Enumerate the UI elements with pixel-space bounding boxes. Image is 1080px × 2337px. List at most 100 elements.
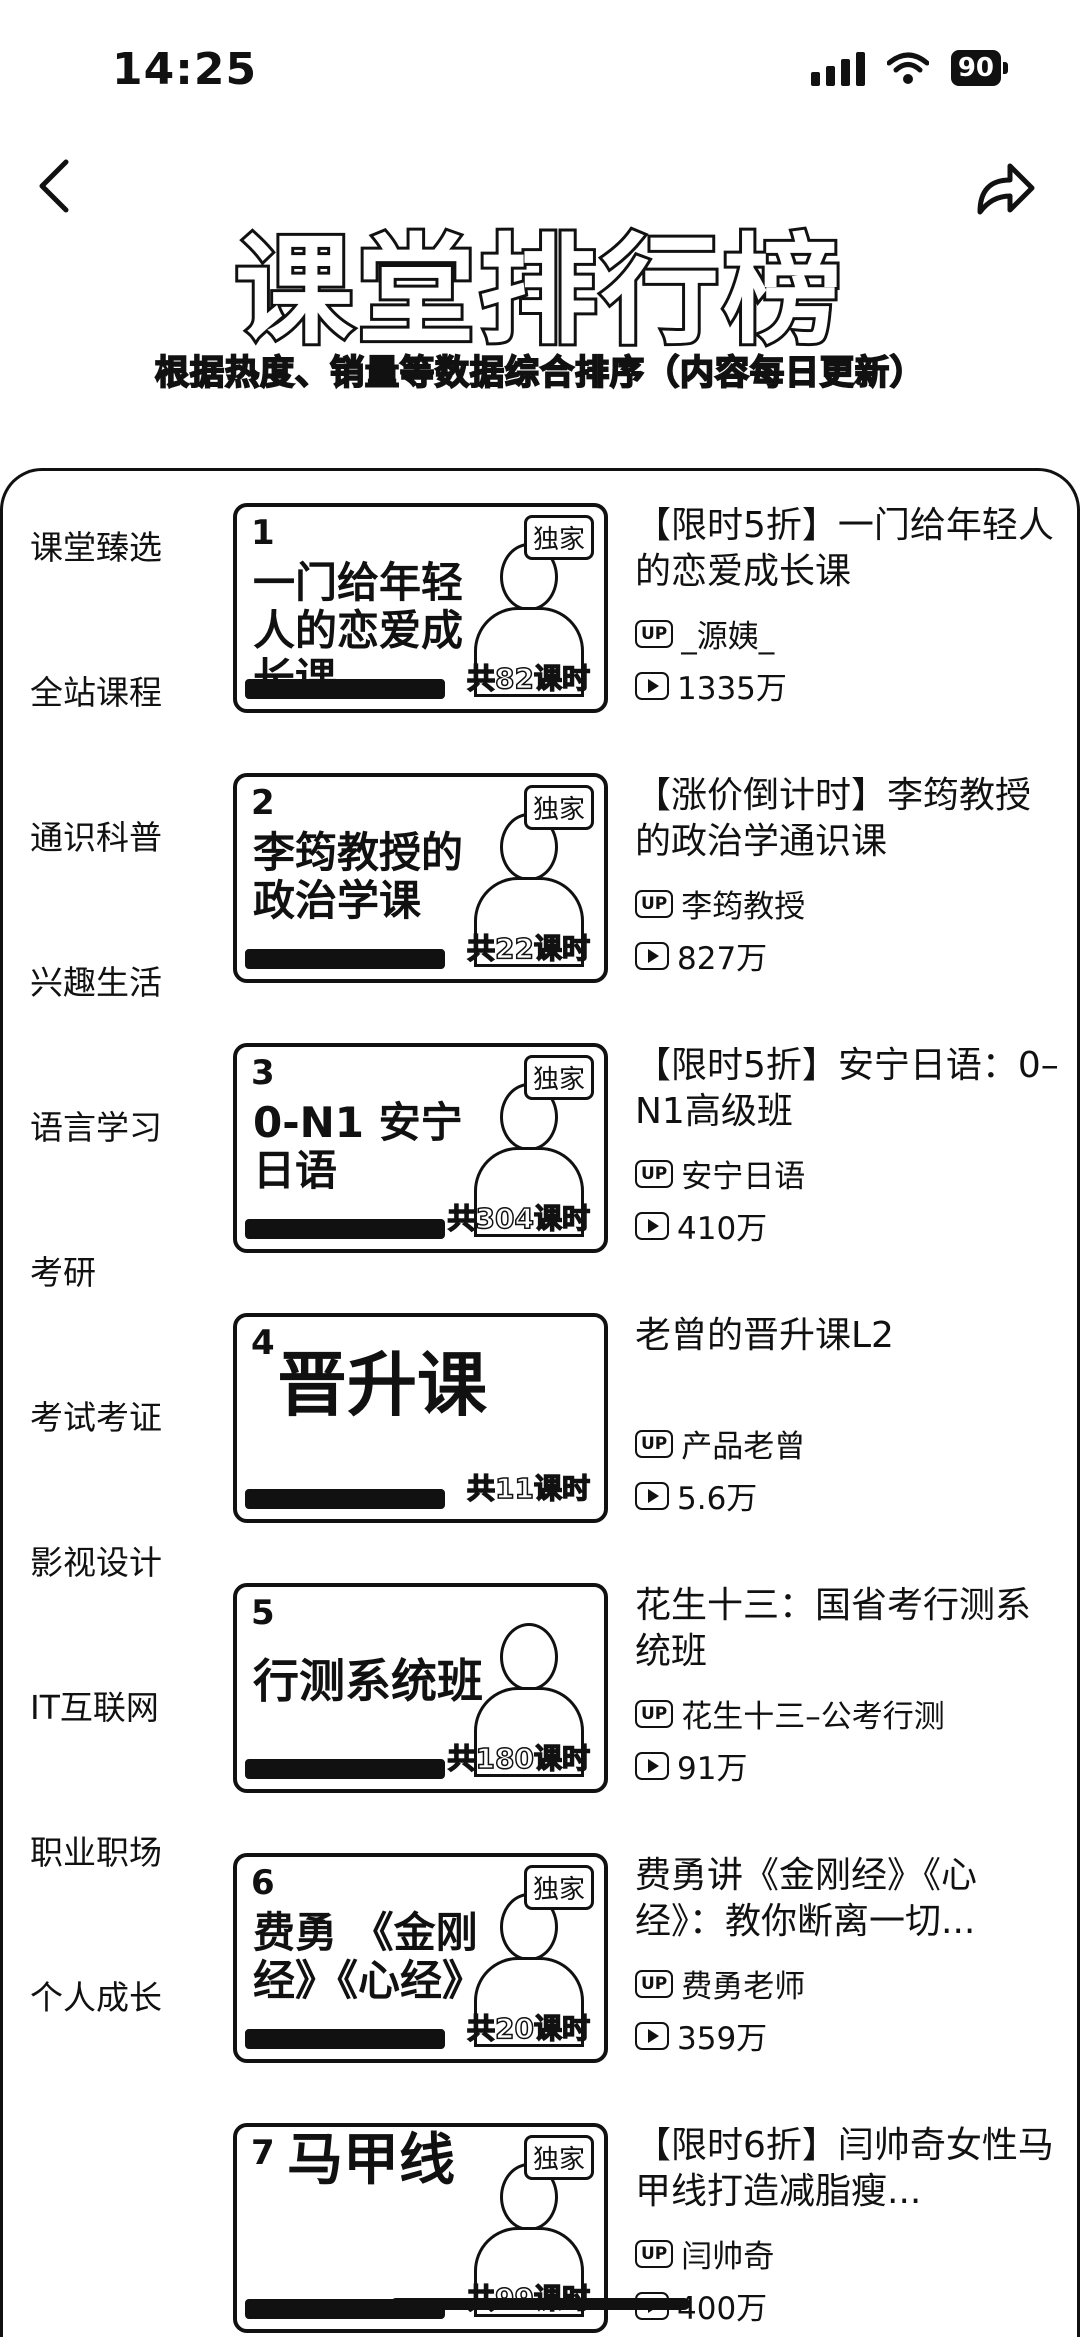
- home-indicator[interactable]: [390, 2298, 690, 2310]
- author-name: 安宁日语: [681, 1159, 806, 1195]
- lesson-count: 共304课时: [447, 1201, 591, 1236]
- category-item[interactable]: 通识科普: [30, 811, 162, 859]
- status-time: 14:25: [112, 44, 258, 95]
- thumb-headline: 0-N1 安宁日语: [253, 1098, 463, 1195]
- course-author[interactable]: UP 闫帅奇: [635, 2231, 774, 2276]
- category-item[interactable]: 考试考证: [30, 1391, 162, 1439]
- up-icon: UP: [635, 619, 674, 648]
- course-thumbnail[interactable]: 费勇 《金刚经》《心经》 6 独家 共20课时: [233, 1853, 608, 2063]
- course-title[interactable]: 【限时5折】安宁日语：0–N1高级班: [635, 1043, 1065, 1135]
- up-icon: UP: [635, 1699, 674, 1728]
- course-title[interactable]: 花生十三：国省考行测系统班: [635, 1583, 1065, 1675]
- play-icon: [635, 941, 669, 970]
- lesson-count: 共11课时: [466, 1471, 590, 1506]
- author-name: _源姨_: [681, 619, 775, 655]
- lesson-count: 共99课时: [466, 2277, 590, 2317]
- course-title[interactable]: 费勇讲《金刚经》《心经》：教你断离一切...: [635, 1853, 1065, 1945]
- category-item[interactable]: 课堂臻选: [30, 521, 162, 569]
- thumb-strip: [245, 679, 445, 699]
- lesson-count: 共82课时: [466, 661, 590, 696]
- course-views: 1335万: [635, 663, 787, 708]
- course-card[interactable]: 李筠教授的政治学课 2 独家 共22课时 【涨价倒计时】李筠教授的政治学通识课 …: [233, 773, 1053, 1003]
- status-icons: 90: [810, 50, 1008, 86]
- rank-number: 4: [251, 1323, 275, 1363]
- course-author[interactable]: UP 李筠教授: [635, 881, 805, 926]
- exclusive-badge: 独家: [523, 1865, 594, 1910]
- course-views: 5.6万: [635, 1473, 757, 1518]
- rank-number: 7: [251, 2133, 275, 2173]
- course-title[interactable]: 【限时5折】一门给年轻人的恋爱成长课: [635, 503, 1065, 595]
- course-thumbnail[interactable]: 李筠教授的政治学课 2 独家 共22课时: [233, 773, 608, 983]
- category-item[interactable]: 职业职场: [30, 1826, 162, 1874]
- course-author[interactable]: UP _源姨_: [635, 611, 774, 656]
- course-title[interactable]: 老曾的晋升课L2: [635, 1313, 1065, 1359]
- view-count: 5.6万: [677, 1481, 758, 1517]
- view-count: 400万: [677, 2291, 768, 2327]
- exclusive-badge: 独家: [523, 2135, 594, 2180]
- category-item[interactable]: 全站课程: [30, 666, 162, 714]
- view-count: 1335万: [677, 671, 787, 707]
- author-name: 费勇老师: [681, 1969, 806, 2005]
- wifi-icon: [886, 52, 929, 84]
- author-name: 闫帅奇: [681, 2239, 775, 2275]
- page-title: 课堂排行榜: [232, 219, 845, 363]
- author-name: 产品老曾: [681, 1429, 806, 1465]
- up-icon: UP: [635, 1429, 674, 1458]
- thumb-headline: 李筠教授的政治学课: [253, 828, 464, 925]
- author-name: 花生十三–公考行测: [681, 1699, 945, 1735]
- play-icon: [635, 1751, 669, 1780]
- rank-number: 1: [251, 513, 275, 553]
- lesson-count: 共20课时: [466, 2011, 590, 2046]
- category-item[interactable]: 个人成长: [30, 1971, 162, 2019]
- category-item[interactable]: 影视设计: [30, 1536, 162, 1584]
- view-count: 827万: [677, 941, 768, 977]
- course-thumbnail[interactable]: 晋升课 4 共11课时: [233, 1313, 608, 1523]
- lesson-count: 共180课时: [447, 1741, 591, 1776]
- course-thumbnail[interactable]: 一门给年轻人的恋爱成长课 1 独家 共82课时: [233, 503, 608, 713]
- view-count: 359万: [677, 2021, 768, 2057]
- category-item[interactable]: 考研: [30, 1246, 96, 1294]
- course-card[interactable]: 晋升课 4 共11课时 老曾的晋升课L2 UP 产品老曾 5.6万: [233, 1313, 1053, 1543]
- category-item[interactable]: IT互联网: [30, 1681, 159, 1729]
- lesson-count: 共22课时: [466, 931, 590, 966]
- course-author[interactable]: UP 花生十三–公考行测: [635, 1691, 945, 1736]
- course-author[interactable]: UP 费勇老师: [635, 1961, 805, 2006]
- course-card[interactable]: 一门给年轻人的恋爱成长课 1 独家 共82课时 【限时5折】一门给年轻人的恋爱成…: [233, 503, 1054, 733]
- course-views: 91万: [635, 1743, 747, 1788]
- rank-number: 2: [251, 783, 275, 823]
- thumb-strip: [245, 1489, 445, 1509]
- play-icon: [635, 1481, 669, 1510]
- battery-icon: 90: [950, 50, 1008, 86]
- course-author[interactable]: UP 产品老曾: [635, 1421, 805, 1466]
- exclusive-badge: 独家: [523, 1055, 594, 1100]
- up-icon: UP: [635, 1159, 674, 1188]
- category-item[interactable]: 语言学习: [30, 1101, 162, 1149]
- exclusive-badge: 独家: [523, 785, 594, 830]
- thumb-headline: 马甲线: [287, 2128, 455, 2193]
- course-card[interactable]: 0-N1 安宁日语 3 独家 共304课时 【限时5折】安宁日语：0–N1高级班…: [233, 1043, 1059, 1273]
- status-bar: 14:25 90: [0, 0, 1080, 140]
- thumb-strip: [245, 1759, 445, 1779]
- course-views: 410万: [635, 1203, 767, 1248]
- course-thumbnail[interactable]: 0-N1 安宁日语 3 独家 共304课时: [233, 1043, 608, 1253]
- course-title[interactable]: 【涨价倒计时】李筠教授的政治学通识课: [635, 773, 1065, 865]
- course-thumbnail[interactable]: 行测系统班 5 共180课时: [233, 1583, 608, 1793]
- play-icon: [635, 671, 669, 700]
- course-title[interactable]: 【限时6折】闫帅奇女性马甲线打造减脂瘦...: [635, 2123, 1065, 2215]
- course-card[interactable]: 费勇 《金刚经》《心经》 6 独家 共20课时 费勇讲《金刚经》《心经》：教你断…: [233, 1853, 1053, 2083]
- rank-number: 5: [251, 1593, 275, 1633]
- view-count: 91万: [677, 1751, 748, 1787]
- exclusive-badge: 独家: [523, 515, 594, 560]
- course-author[interactable]: UP 安宁日语: [635, 1151, 805, 1196]
- ranking-panel: 课堂臻选 全站课程 通识科普 兴趣生活 语言学习 考研 考试考证 影视设计 IT…: [0, 468, 1080, 2337]
- thumb-headline: 晋升课: [277, 1344, 487, 1426]
- thumb-strip: [245, 949, 445, 969]
- battery-level: 90: [950, 50, 1001, 86]
- page-subtitle: 根据热度、销量等数据综合排序（内容每日更新）: [154, 352, 925, 394]
- view-count: 410万: [677, 1211, 768, 1247]
- course-views: 827万: [635, 933, 767, 978]
- up-icon: UP: [635, 1969, 674, 1998]
- course-card[interactable]: 行测系统班 5 共180课时 花生十三：国省考行测系统班 UP 花生十三–公考行…: [233, 1583, 1053, 1813]
- play-icon: [635, 2021, 669, 2050]
- category-item[interactable]: 兴趣生活: [30, 956, 162, 1004]
